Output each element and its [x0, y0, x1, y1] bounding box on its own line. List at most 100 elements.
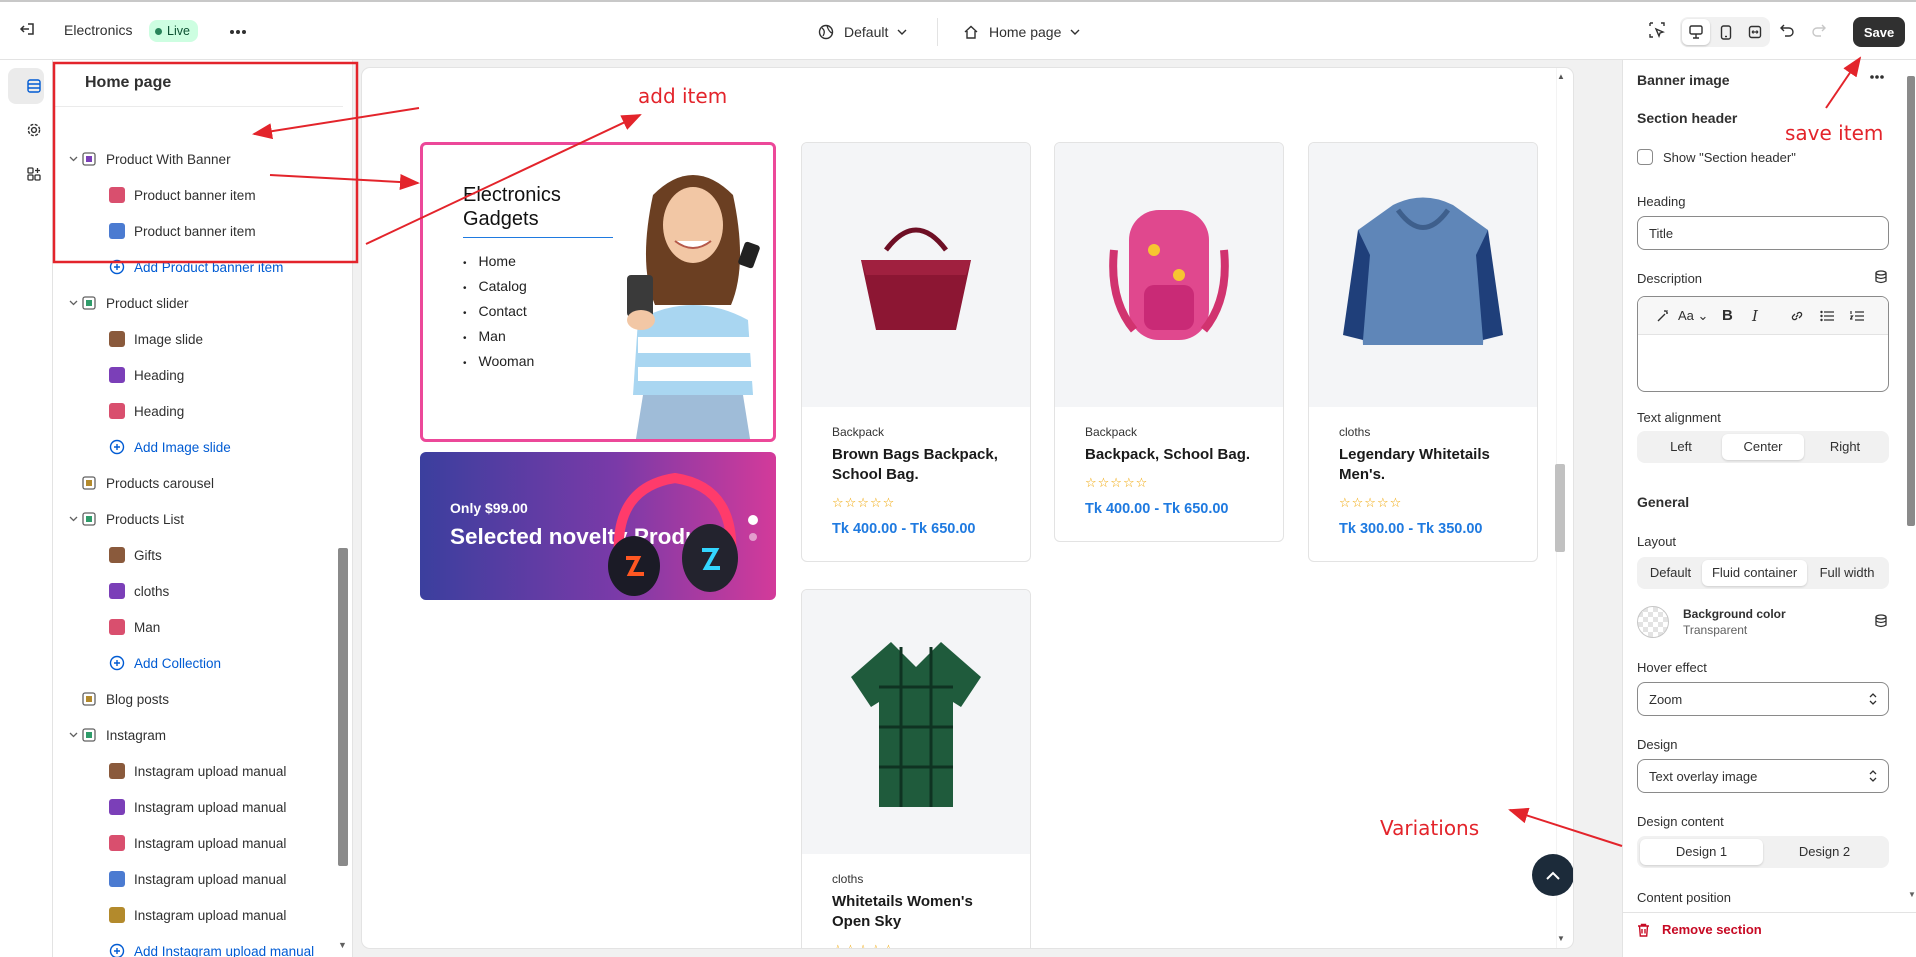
banner-menu-item[interactable]: • Home [463, 253, 534, 278]
layout-fluid-option[interactable]: Fluid container [1702, 560, 1808, 586]
product-card[interactable]: Backpack Brown Bags Backpack, School Bag.… [801, 142, 1031, 562]
canvas-scroll-up-icon[interactable]: ▲ [1557, 72, 1565, 81]
heading-input[interactable]: Title [1637, 216, 1889, 250]
design-1-option[interactable]: Design 1 [1640, 839, 1763, 865]
block-item[interactable]: Image slide [53, 321, 343, 357]
hover-effect-select[interactable]: Zoom [1637, 682, 1889, 716]
section-item[interactable]: Product With Banner [53, 141, 343, 177]
block-item[interactable]: Heading [53, 393, 343, 429]
save-button[interactable]: Save [1853, 17, 1905, 47]
product-card[interactable]: Backpack Backpack, School Bag. ☆☆☆☆☆ Tk 400… [1054, 142, 1284, 542]
block-item[interactable]: Instagram upload manual [53, 753, 343, 789]
theme-settings-nav-button[interactable] [8, 112, 44, 148]
block-item[interactable]: Product banner item [53, 213, 343, 249]
chevron-down-icon[interactable] [65, 516, 81, 522]
product-name[interactable]: Brown Bags Backpack, School Bag. [832, 445, 1006, 485]
product-card[interactable]: cloths Legendary Whitetails Men's. ☆☆☆☆☆ Tk… [1308, 142, 1538, 562]
block-item[interactable]: Product banner item [53, 177, 343, 213]
block-item[interactable]: Instagram upload manual [53, 825, 343, 861]
panel-scrollbar[interactable] [1907, 76, 1915, 526]
redo-button[interactable] [1811, 22, 1827, 38]
add-block-button[interactable]: Add Collection [53, 645, 343, 681]
product-banner-card[interactable]: Electronics Gadgets • Home • Catalog • Contac… [420, 142, 776, 442]
banner-menu-item[interactable]: • Man [463, 328, 534, 353]
bg-dynamic-source-button[interactable] [1875, 614, 1887, 631]
canvas-scroll-down-icon[interactable]: ▼ [1557, 934, 1565, 943]
background-color-swatch[interactable] [1637, 606, 1669, 638]
carousel-dot-active[interactable] [748, 515, 758, 525]
design-2-option[interactable]: Design 2 [1763, 839, 1886, 865]
product-name[interactable]: Legendary Whitetails Men's. [1339, 445, 1513, 485]
add-block-button[interactable]: Add Product banner item [53, 249, 343, 285]
block-item[interactable]: Instagram upload manual [53, 897, 343, 933]
chevron-down-icon [897, 29, 907, 35]
block-thumbnail-icon [109, 547, 125, 563]
chevron-down-icon[interactable] [65, 156, 81, 162]
product-name[interactable]: Whitetails Women's Open Sky [832, 892, 1006, 932]
chevron-down-icon[interactable] [65, 300, 81, 306]
link-icon[interactable] [1782, 309, 1812, 323]
section-item[interactable]: Products List [53, 501, 343, 537]
section-item[interactable]: Product slider [53, 285, 343, 321]
description-editor[interactable]: Aa ⌄ B I [1637, 296, 1889, 392]
banner-menu-item[interactable]: • Catalog [463, 278, 534, 303]
block-item[interactable]: Gifts [53, 537, 343, 573]
align-right-option[interactable]: Right [1804, 434, 1886, 460]
theme-selector[interactable]: Default [818, 20, 907, 44]
banner-menu-item[interactable]: • Wooman [463, 353, 534, 378]
layout-default-option[interactable]: Default [1639, 560, 1702, 586]
block-item[interactable]: Heading [53, 357, 343, 393]
italic-icon[interactable]: I [1752, 307, 1782, 325]
tree-item-label: Instagram upload manual [134, 763, 287, 779]
block-item[interactable]: Instagram upload manual [53, 861, 343, 897]
more-options-button[interactable] [226, 20, 250, 44]
back-to-top-button[interactable] [1532, 854, 1573, 896]
canvas-scrollbar[interactable] [1555, 464, 1565, 552]
select-arrows-icon [1869, 693, 1877, 705]
magic-wand-icon[interactable] [1648, 309, 1678, 323]
panel-more-button[interactable] [1869, 68, 1885, 83]
section-item[interactable]: Blog posts [53, 681, 343, 717]
numbered-list-icon[interactable] [1842, 310, 1872, 322]
section-item[interactable]: Products carousel [53, 465, 343, 501]
add-block-button[interactable]: Add Instagram upload manual [53, 933, 343, 957]
fullscreen-view-button[interactable] [1741, 19, 1769, 45]
show-header-checkbox[interactable] [1637, 149, 1653, 165]
status-badge-label: Live [167, 24, 190, 38]
block-item[interactable]: Man [53, 609, 343, 645]
align-center-option[interactable]: Center [1722, 434, 1804, 460]
banner-menu-item[interactable]: • Contact [463, 303, 534, 328]
promo-banner[interactable]: Only $99.00 Selected novelty Products [420, 452, 776, 600]
panel-scroll-down-icon[interactable]: ▼ [1908, 890, 1916, 899]
design-content-label: Design content [1637, 814, 1724, 829]
dynamic-source-button[interactable] [1875, 270, 1887, 287]
page-selector[interactable]: Home page [963, 20, 1080, 44]
bold-icon[interactable]: B [1722, 307, 1752, 324]
block-item[interactable]: Instagram upload manual [53, 789, 343, 825]
sidebar-scrollbar[interactable] [338, 548, 348, 866]
section-item[interactable]: Instagram [53, 717, 343, 753]
settings-panel: Banner image Section header Show "Sectio… [1622, 60, 1916, 957]
undo-button[interactable] [1779, 22, 1795, 38]
carousel-dot[interactable] [749, 533, 757, 541]
remove-section-button[interactable]: Remove section [1637, 922, 1762, 937]
align-left-option[interactable]: Left [1640, 434, 1722, 460]
inspector-button[interactable] [1648, 21, 1666, 39]
layout-full-width-option[interactable]: Full width [1807, 560, 1887, 586]
apps-nav-button[interactable] [8, 156, 44, 192]
desktop-view-button[interactable] [1682, 19, 1710, 45]
add-block-button[interactable]: Add Image slide [53, 429, 343, 465]
block-item[interactable]: cloths [53, 573, 343, 609]
mobile-view-button[interactable] [1712, 19, 1740, 45]
product-card[interactable]: cloths Whitetails Women's Open Sky ☆☆☆☆☆ [801, 589, 1031, 948]
exit-button[interactable] [18, 20, 36, 38]
database-icon [1875, 270, 1887, 284]
bullet-list-icon[interactable] [1812, 310, 1842, 322]
chevron-down-icon[interactable] [65, 732, 81, 738]
show-header-checkbox-row[interactable]: Show "Section header" [1637, 149, 1796, 165]
product-name[interactable]: Backpack, School Bag. [1085, 445, 1259, 465]
scroll-down-icon[interactable]: ▼ [338, 940, 347, 950]
text-style-dropdown[interactable]: Aa ⌄ [1678, 308, 1722, 324]
design-select[interactable]: Text overlay image [1637, 759, 1889, 793]
sections-nav-button[interactable] [8, 68, 44, 104]
